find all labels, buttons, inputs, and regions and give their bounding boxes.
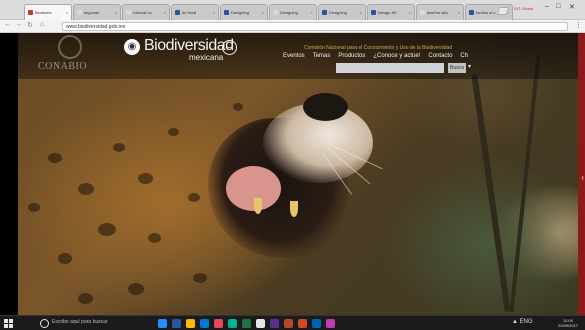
tab-close-icon[interactable]: × xyxy=(458,10,460,15)
browser-tab[interactable]: robovat cu × xyxy=(122,4,170,20)
tab-label: Design Kit xyxy=(378,10,397,15)
taskbar-apps xyxy=(158,319,335,328)
tab-label: fondos ul c xyxy=(476,10,496,15)
nav-item-eventos[interactable]: Eventos xyxy=(283,53,305,59)
browser-tab[interactable]: diseñar sitio × xyxy=(416,4,464,20)
site-tagline: Comisión Nacional para el Conocimiento y… xyxy=(304,45,453,51)
taskbar-app-icon[interactable] xyxy=(284,319,293,328)
browser-tab[interactable]: Designing × xyxy=(269,4,317,20)
address-bar[interactable]: www.biodiversidad.gob.mx xyxy=(62,22,568,31)
search-button[interactable]: Busca xyxy=(448,63,466,73)
taskbar-app-icon[interactable] xyxy=(200,319,209,328)
tab-favicon-icon xyxy=(469,10,474,15)
tab-close-icon[interactable]: × xyxy=(213,10,215,15)
address-text: www.biodiversidad.gob.mx xyxy=(66,24,126,30)
tab-favicon-icon xyxy=(322,10,327,15)
search-input[interactable] xyxy=(336,63,444,73)
tab-favicon-icon xyxy=(420,10,425,15)
tab-close-icon[interactable]: × xyxy=(311,10,313,15)
tab-label: robovat cu xyxy=(133,10,152,15)
forward-icon[interactable]: → xyxy=(15,21,22,28)
tab-label: diseñar sitio xyxy=(427,10,449,15)
jaguar-fang xyxy=(290,201,298,217)
browser-tab[interactable]: Designing × xyxy=(220,4,268,20)
chevron-down-icon[interactable]: ▾ xyxy=(468,63,471,70)
new-tab-button[interactable] xyxy=(496,7,510,15)
home-icon[interactable]: ⌂ xyxy=(40,21,44,28)
tab-favicon-icon xyxy=(371,10,376,15)
tab-favicon-icon xyxy=(77,10,82,15)
cortana-icon[interactable] xyxy=(40,319,49,328)
profile-label[interactable]: DIT Global xyxy=(514,6,533,11)
taskbar-app-icon[interactable] xyxy=(298,319,307,328)
tab-close-icon[interactable]: × xyxy=(115,10,117,15)
main-nav: Eventos Temas Productos ¿Conoce y actúe!… xyxy=(283,53,468,59)
browser-toolbar: ← → ↻ ⌂ www.biodiversidad.gob.mx ⋮ xyxy=(0,20,585,33)
tab-label: Biodivers xyxy=(35,10,52,15)
minimize-icon[interactable]: – xyxy=(545,3,549,10)
jaguar-fang xyxy=(254,198,262,214)
browser-tab[interactable]: Designing × xyxy=(318,4,366,20)
tab-label: de fondl xyxy=(182,10,197,15)
menu-icon[interactable]: ⋮ xyxy=(575,21,582,29)
system-tray[interactable]: ▲ ENG xyxy=(512,319,533,325)
taskbar-app-icon[interactable] xyxy=(256,319,265,328)
globe-icon[interactable]: ◉ xyxy=(124,39,140,55)
browser-tab[interactable]: Biodivers × xyxy=(24,4,72,20)
nav-item-productos[interactable]: Productos xyxy=(338,53,365,59)
tab-close-icon[interactable]: × xyxy=(262,10,264,15)
nav-item-contacto[interactable]: Contacto xyxy=(428,53,452,59)
taskbar-app-icon[interactable] xyxy=(326,319,335,328)
browser-tab[interactable]: Design Kit × xyxy=(367,4,415,20)
taskbar-app-icon[interactable] xyxy=(186,319,195,328)
tab-favicon-icon xyxy=(273,10,278,15)
tab-close-icon[interactable]: × xyxy=(164,10,166,15)
taskbar-app-icon[interactable] xyxy=(158,319,167,328)
os-taskbar: Escribe aquí para buscar ▲ ENG 12:00 20/… xyxy=(0,315,585,330)
nav-item-temas[interactable]: Temas xyxy=(313,53,331,59)
tree-branch xyxy=(509,53,541,313)
close-icon[interactable]: ✕ xyxy=(569,3,575,11)
taskbar-clock[interactable]: 12:00 20/09/2017 xyxy=(558,318,578,328)
back-icon[interactable]: ← xyxy=(4,21,11,28)
minus-circle-icon[interactable]: – xyxy=(222,40,237,55)
tab-favicon-icon xyxy=(126,10,131,15)
browser-tab-strip: Biodivers × segundo × robovat cu × de fondl × De… xyxy=(0,0,585,20)
taskbar-app-icon[interactable] xyxy=(214,319,223,328)
tab-favicon-icon xyxy=(224,10,229,15)
taskbar-app-icon[interactable] xyxy=(172,319,181,328)
tab-close-icon[interactable]: × xyxy=(66,10,68,15)
tree-branch xyxy=(471,73,511,313)
nav-item-conoce[interactable]: ¿Conoce y actúe! xyxy=(373,53,420,59)
maximize-icon[interactable]: □ xyxy=(556,3,560,10)
page-hero: CONABIO ◉ Biodiversidad mexicana – Comis… xyxy=(18,33,585,315)
browser-tab[interactable]: segundo × xyxy=(73,4,121,20)
jaguar-nose xyxy=(303,93,348,121)
taskbar-app-icon[interactable] xyxy=(242,319,251,328)
taskbar-app-icon[interactable] xyxy=(312,319,321,328)
tab-close-icon[interactable]: × xyxy=(360,10,362,15)
clock-date: 20/09/2017 xyxy=(558,323,579,328)
taskbar-app-icon[interactable] xyxy=(270,319,279,328)
taskbar-app-icon[interactable] xyxy=(228,319,237,328)
windows-start-icon[interactable] xyxy=(4,319,13,328)
browser-tab[interactable]: de fondl × xyxy=(171,4,219,20)
tab-label: Designing xyxy=(280,10,298,15)
chevron-left-icon[interactable]: ‹ xyxy=(581,173,584,182)
org-logo-text[interactable]: CONABIO xyxy=(38,61,87,72)
tab-close-icon[interactable]: × xyxy=(409,10,411,15)
tab-label: Designing xyxy=(329,10,347,15)
tab-label: segundo xyxy=(84,10,100,15)
site-subtitle: mexicana xyxy=(189,53,224,62)
tab-label: Designing xyxy=(231,10,249,15)
nav-item-ch[interactable]: Ch xyxy=(460,53,468,59)
conabio-seal-icon xyxy=(58,35,82,59)
reload-icon[interactable]: ↻ xyxy=(27,21,33,29)
tab-favicon-icon xyxy=(28,10,33,15)
tab-favicon-icon xyxy=(175,10,180,15)
taskbar-search-input[interactable]: Escribe aquí para buscar xyxy=(52,319,108,325)
